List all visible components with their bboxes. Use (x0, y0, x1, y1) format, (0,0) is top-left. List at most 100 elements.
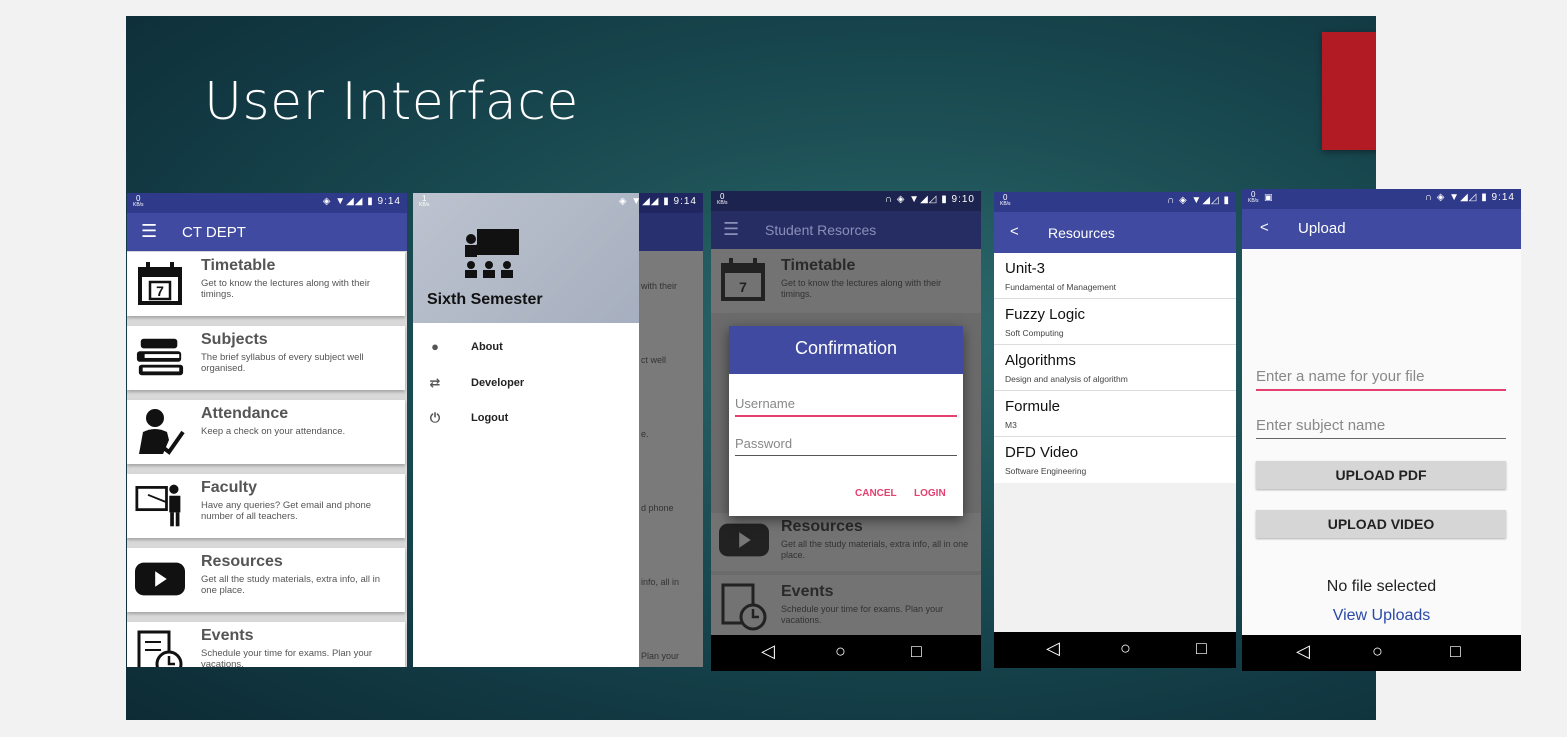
card-resources[interactable]: Resources Get all the study materials, e… (127, 548, 405, 612)
status-bar: 0 KB/s ∩ ◈ ▼◢◿ ▮ 9:10 (711, 191, 981, 211)
list-item-title: Algorithms (1005, 352, 1076, 369)
card-description: Keep a check on your attendance. (201, 426, 346, 437)
back-nav-icon[interactable]: ◁ (1296, 641, 1310, 662)
network-speed: 1 KB/s (419, 194, 430, 209)
dialog-title: Confirmation (729, 326, 963, 374)
home-nav-icon[interactable]: ○ (1372, 641, 1383, 662)
status-icons: ∩ ◈ ▼◢◿ ▮ 9:10 (884, 194, 975, 205)
file-name-input[interactable]: Enter a name for your file (1256, 368, 1506, 391)
card-events[interactable]: Events Schedule your time for exams. Pla… (127, 622, 405, 667)
drawer-item-logout[interactable]: ⏻ Logout (413, 404, 639, 434)
status-bar: 0 KB/s ∩ ◈ ▼◢◿ ▮ (994, 192, 1236, 212)
back-nav-icon[interactable]: ◁ (761, 641, 775, 662)
subject-name-input[interactable]: Enter subject name (1256, 417, 1506, 439)
cancel-button[interactable]: CANCEL (855, 488, 897, 499)
card-title: Events (201, 627, 254, 644)
attendance-icon (135, 406, 185, 456)
card-title: Attendance (201, 405, 289, 422)
card-description: Schedule your time for exams. Plan your … (781, 604, 944, 625)
list-item[interactable]: Unit-3 Fundamental of Management (994, 253, 1236, 299)
behind-text: e. (641, 429, 649, 439)
behind-text: info, all in (641, 577, 680, 587)
app-bar: ☰ CT DEPT (127, 213, 407, 251)
status-icons: ∩ ◈ ▼◢◿ ▮ 9:14 (1424, 192, 1515, 203)
upload-video-button[interactable]: UPLOAD VIDEO (1256, 510, 1506, 538)
network-speed: 0 KB/s (1248, 190, 1259, 205)
app-bar-title: Upload (1298, 220, 1346, 237)
back-arrow-icon[interactable]: < (1260, 219, 1269, 236)
hamburger-menu-icon[interactable]: ☰ (141, 221, 157, 242)
drawer-item-about[interactable]: ● About (413, 333, 639, 363)
navigation-bar: ◁ ○ □ (711, 635, 981, 671)
back-nav-icon[interactable]: ◁ (1046, 638, 1060, 659)
slide-title: User Interface (204, 72, 579, 132)
back-arrow-icon[interactable]: < (1010, 223, 1019, 240)
confirmation-dialog: Confirmation Username Password CANCEL LO… (729, 326, 963, 516)
behind-text: with their (641, 281, 678, 291)
drawer-item-label: Logout (471, 412, 509, 424)
card-title: Faculty (201, 479, 258, 496)
svg-text:7: 7 (156, 283, 164, 299)
phone-home-screen: 0 KB/s ◈ ▼◢◢ ▮ 9:14 ☰ CT DEPT 7 Timetable… (127, 193, 407, 667)
schedule-icon (719, 581, 769, 636)
list-item[interactable]: Fuzzy Logic Soft Computing (994, 299, 1236, 345)
status-bar: 1 KB/s ◈ ▼◢◢ ▮ 9:14 (413, 193, 703, 213)
card-faculty[interactable]: Faculty Have any queries? Get email and … (127, 474, 405, 538)
card-title: Resources (781, 518, 863, 535)
upload-pdf-button[interactable]: UPLOAD PDF (1256, 461, 1506, 489)
app-bar-title: Resources (1048, 225, 1115, 241)
card-events[interactable]: Events Schedule your time for exams. Pla… (711, 575, 981, 635)
list-item-subtitle: Soft Computing (1005, 328, 1064, 338)
network-speed: 0 KB/s (133, 194, 144, 209)
card-timetable[interactable]: 7 Timetable Get to know the lectures alo… (711, 249, 981, 313)
recents-nav-icon[interactable]: □ (911, 641, 922, 662)
recents-nav-icon[interactable]: □ (1196, 638, 1207, 659)
hamburger-menu-icon[interactable]: ☰ (723, 219, 739, 240)
card-resources[interactable]: Resources Get all the study materials, e… (711, 513, 981, 571)
phone-drawer-screen: with their ct well e. d phone info, all … (413, 193, 703, 667)
status-icons: ◈ ▼◢◢ ▮ 9:14 (618, 196, 697, 207)
phone-resources-screen: 0 KB/s ∩ ◈ ▼◢◿ ▮ < Resources Unit-3 Funda… (994, 192, 1236, 668)
card-attendance[interactable]: Attendance Keep a check on your attendan… (127, 400, 405, 464)
drawer-title: Sixth Semester (427, 291, 543, 308)
card-timetable[interactable]: 7 Timetable Get to know the lectures alo… (127, 252, 405, 316)
list-item[interactable]: Formule M3 (994, 391, 1236, 437)
code-icon: ⇄ (429, 375, 441, 390)
schedule-icon (135, 628, 185, 667)
list-item[interactable]: Algorithms Design and analysis of algori… (994, 345, 1236, 391)
list-item[interactable]: DFD Video Software Engineering (994, 437, 1236, 483)
behind-text: d phone (641, 503, 674, 513)
app-bar-title: Student Resorces (765, 222, 877, 238)
password-input[interactable]: Password (735, 436, 957, 456)
drawer-item-developer[interactable]: ⇄ Developer (413, 369, 639, 399)
svg-text:7: 7 (739, 279, 747, 295)
drawer-item-label: Developer (471, 377, 525, 389)
username-input[interactable]: Username (735, 396, 957, 417)
calendar-icon: 7 (719, 255, 767, 308)
behind-text: ct well (641, 355, 667, 365)
play-icon (135, 554, 185, 604)
recents-nav-icon[interactable]: □ (1450, 641, 1461, 662)
card-subjects[interactable]: Subjects The brief syllabus of every sub… (127, 326, 405, 390)
navigation-bar: ◁ ○ □ (1242, 635, 1521, 671)
app-bar: ☰ Student Resorces (711, 211, 981, 249)
list-item-title: DFD Video (1005, 444, 1079, 461)
list-item-subtitle: Software Engineering (1005, 466, 1087, 476)
login-button[interactable]: LOGIN (914, 488, 946, 499)
home-nav-icon[interactable]: ○ (1120, 638, 1131, 659)
card-description: Have any queries? Get email and phone nu… (201, 500, 372, 522)
home-nav-icon[interactable]: ○ (835, 641, 846, 662)
app-bar-title: CT DEPT (182, 224, 246, 241)
list-item-title: Fuzzy Logic (1005, 306, 1086, 323)
view-uploads-link[interactable]: View Uploads (1242, 607, 1521, 625)
status-icons: ◈ ▼◢◢ ▮ 9:14 (322, 196, 401, 207)
card-description: The brief syllabus of every subject well… (201, 352, 364, 374)
drawer-item-label: About (471, 341, 503, 353)
card-title: Events (781, 583, 834, 600)
app-bar: < Resources (994, 212, 1236, 253)
card-title: Subjects (201, 331, 268, 348)
card-description: Get all the study materials, extra info,… (781, 539, 969, 560)
red-accent-bar (1322, 32, 1376, 150)
card-description: Get to know the lectures along with thei… (201, 278, 370, 300)
card-description: Get to know the lectures along with thei… (781, 278, 942, 299)
